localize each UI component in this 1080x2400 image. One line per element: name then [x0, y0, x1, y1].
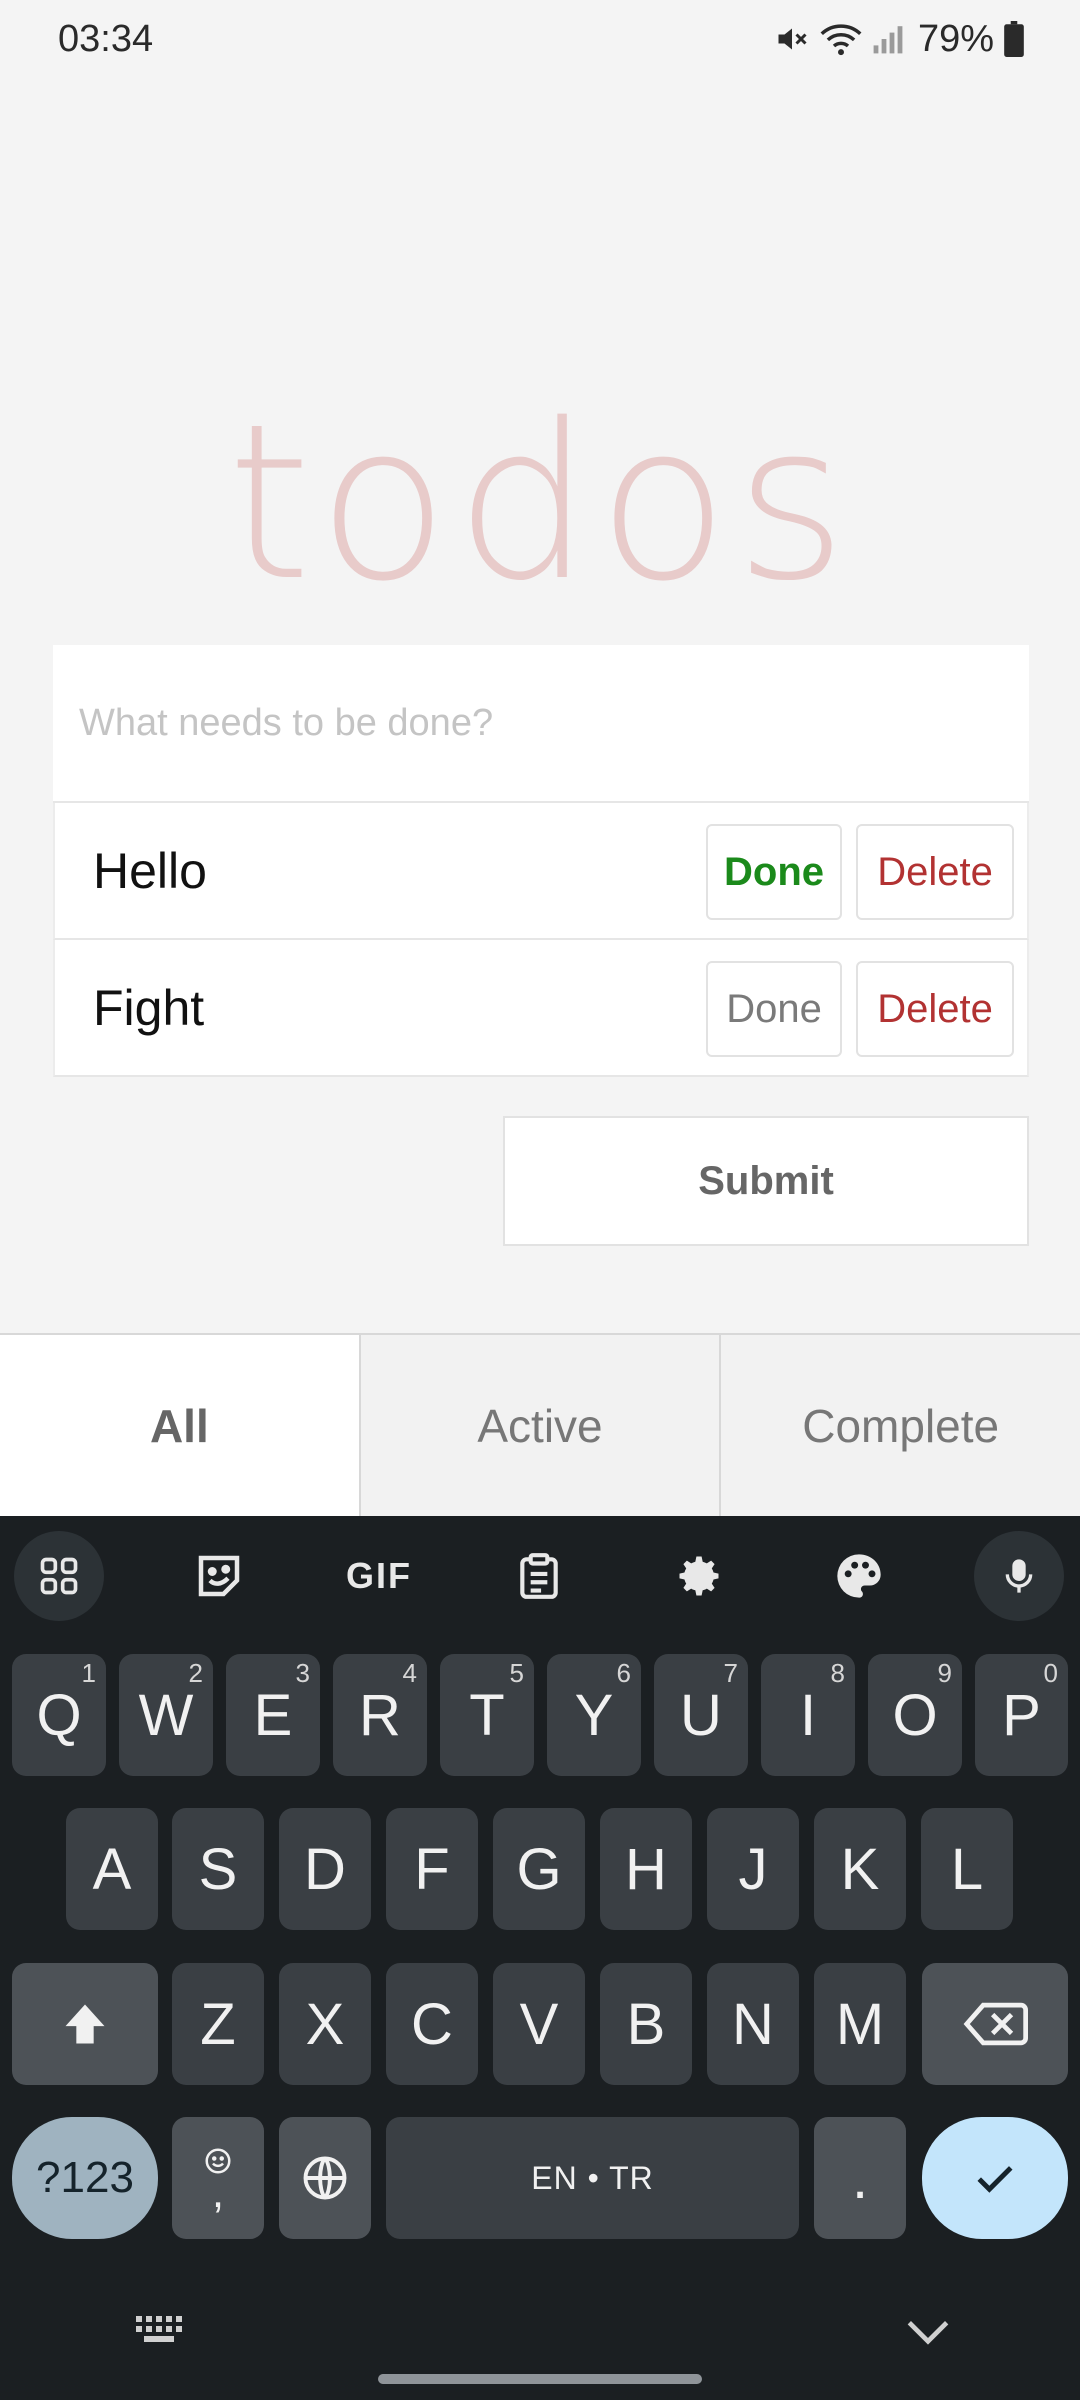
done-button[interactable]: Done — [706, 961, 842, 1057]
mute-icon — [778, 28, 807, 50]
todo-item: Hello Done Delete — [53, 803, 1029, 940]
key-f[interactable]: F — [386, 1808, 478, 1930]
space-key[interactable]: EN • TR — [386, 2117, 799, 2239]
status-bar: 03:34 79% — [0, 0, 1080, 78]
settings-button[interactable] — [654, 1531, 744, 1621]
key-p[interactable]: P0 — [975, 1654, 1068, 1776]
chevron-down-icon — [907, 2321, 949, 2345]
submit-button[interactable]: Submit — [503, 1116, 1029, 1246]
key-r[interactable]: R4 — [333, 1654, 427, 1776]
key-q[interactable]: Q1 — [12, 1654, 106, 1776]
shift-arrow-icon — [65, 2004, 105, 2044]
key-u[interactable]: U7 — [654, 1654, 748, 1776]
enter-key[interactable] — [922, 2117, 1068, 2239]
key-l[interactable]: L — [921, 1808, 1013, 1930]
checkmark-icon — [977, 2166, 1013, 2193]
backspace-icon — [963, 2002, 1028, 2046]
sticker-icon — [198, 1555, 240, 1597]
filter-bar: All Active Complete — [0, 1333, 1080, 1516]
todo-item: Fight Done Delete — [53, 940, 1029, 1077]
todo-label: Hello — [93, 843, 207, 899]
voice-input-button[interactable] — [974, 1531, 1064, 1621]
key-g[interactable]: G — [493, 1808, 585, 1930]
wifi-icon — [820, 24, 862, 56]
apps-grid-button[interactable] — [14, 1531, 104, 1621]
microphone-icon — [1005, 1559, 1033, 1593]
keyboard-switch-icon — [136, 2316, 182, 2342]
key-v[interactable]: V — [493, 1963, 585, 2085]
key-z[interactable]: Z — [172, 1963, 264, 2085]
hide-keyboard-button[interactable] — [900, 2308, 956, 2361]
delete-button[interactable]: Delete — [856, 961, 1014, 1057]
gif-icon: GIF — [346, 1555, 412, 1596]
key-d[interactable]: D — [279, 1808, 371, 1930]
keyboard-switch-button[interactable] — [132, 2308, 192, 2361]
filter-tab-all[interactable]: All — [0, 1335, 359, 1516]
signal-icon — [873, 26, 903, 54]
clipboard-button[interactable] — [494, 1531, 584, 1621]
key-y[interactable]: Y6 — [547, 1654, 641, 1776]
key-h[interactable]: H — [600, 1808, 692, 1930]
comma-emoji-key[interactable]: , — [172, 2117, 264, 2239]
battery-icon — [1004, 21, 1024, 57]
todo-label: Fight — [93, 980, 205, 1036]
key-n[interactable]: N — [707, 1963, 799, 2085]
key-x[interactable]: X — [279, 1963, 371, 2085]
filter-tab-complete[interactable]: Complete — [719, 1335, 1080, 1516]
globe-icon — [303, 2156, 347, 2200]
on-screen-keyboard — [0, 1516, 1080, 2400]
key-b[interactable]: B — [600, 1963, 692, 2085]
home-gesture-bar[interactable] — [378, 2374, 702, 2384]
key-c[interactable]: C — [386, 1963, 478, 2085]
status-icons: 79% — [774, 14, 1024, 64]
space-label: EN • TR — [531, 2159, 654, 2196]
clipboard-icon — [520, 1553, 558, 1599]
apps-grid-icon — [40, 1557, 78, 1595]
key-i[interactable]: I8 — [761, 1654, 855, 1776]
comma-label: , — [211, 2168, 225, 2217]
key-w[interactable]: W2 — [119, 1654, 213, 1776]
backspace-key[interactable] — [922, 1963, 1068, 2085]
new-todo-input[interactable] — [53, 645, 1029, 803]
battery-percent: 79% — [917, 17, 994, 60]
done-button[interactable]: Done — [706, 824, 842, 920]
period-key[interactable]: . — [814, 2117, 906, 2239]
app-title: todos — [227, 377, 853, 628]
key-k[interactable]: K — [814, 1808, 906, 1930]
shift-key[interactable] — [12, 1963, 158, 2085]
key-o[interactable]: O9 — [868, 1654, 962, 1776]
palette-icon — [837, 1554, 881, 1598]
todo-card: Hello Done Delete Fight Done Delete — [53, 645, 1029, 1077]
theme-button[interactable] — [814, 1531, 904, 1621]
status-time: 03:34 — [58, 18, 154, 60]
gif-button[interactable]: GIF — [334, 1531, 424, 1621]
key-j[interactable]: J — [707, 1808, 799, 1930]
filter-tab-active[interactable]: Active — [358, 1335, 720, 1516]
key-s[interactable]: S — [172, 1808, 264, 1930]
delete-button[interactable]: Delete — [856, 824, 1014, 920]
language-key[interactable] — [279, 2117, 371, 2239]
sticker-button[interactable] — [174, 1531, 264, 1621]
key-t[interactable]: T5 — [440, 1654, 534, 1776]
key-e[interactable]: E3 — [226, 1654, 320, 1776]
symbols-key[interactable]: ?123 — [12, 2117, 158, 2239]
settings-gear-icon — [679, 1556, 719, 1596]
key-m[interactable]: M — [814, 1963, 906, 2085]
key-a[interactable]: A — [66, 1808, 158, 1930]
